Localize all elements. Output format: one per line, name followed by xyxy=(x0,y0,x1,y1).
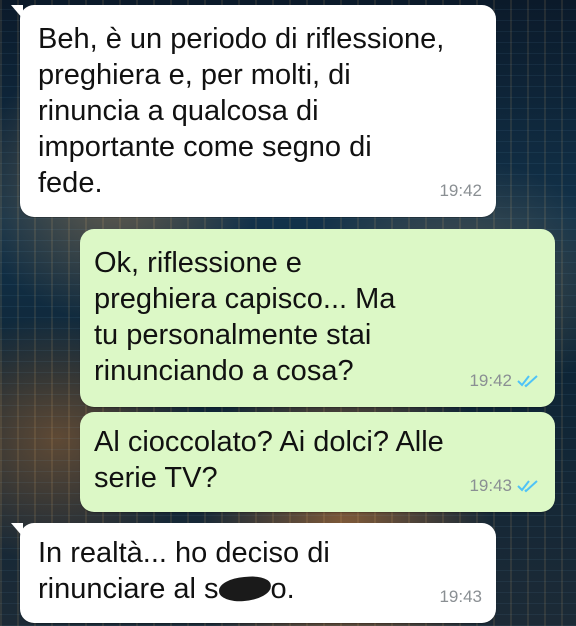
message-text-segment: o. xyxy=(270,573,295,605)
double-check-read-icon xyxy=(517,375,538,388)
censor-scribble xyxy=(217,575,272,603)
message-timestamp: 19:42 xyxy=(439,181,482,200)
message-bubble-outgoing[interactable]: Ok, riflessione e preghiera capisco... M… xyxy=(80,229,555,407)
message-text-line: rinunciare al s o. xyxy=(38,571,478,607)
message-text-line: In realtà... ho deciso di xyxy=(38,537,330,569)
message-timestamp: 19:43 xyxy=(469,476,512,495)
double-check-read-icon xyxy=(517,480,538,493)
message-text-segment: rinunciare al s xyxy=(38,573,219,605)
message-meta: 19:43 xyxy=(469,468,541,504)
message-timestamp: 19:42 xyxy=(469,371,512,390)
bubble-tail xyxy=(11,5,23,19)
message-bubble-incoming[interactable]: Beh, è un periodo di riflessione, preghi… xyxy=(11,5,496,217)
message-meta: 19:42 xyxy=(439,173,482,209)
message-meta: 19:42 xyxy=(469,363,541,399)
bubble-tail xyxy=(11,523,23,537)
message-bubble-outgoing[interactable]: Al cioccolato? Ai dolci? Alle serie TV? … xyxy=(80,412,555,512)
message-bubble-incoming[interactable]: In realtà... ho deciso di rinunciare al … xyxy=(11,523,496,623)
message-meta: 19:43 xyxy=(439,579,482,615)
message-timestamp: 19:43 xyxy=(439,587,482,606)
message-text: Beh, è un periodo di riflessione, preghi… xyxy=(38,23,445,199)
message-text: In realtà... ho deciso di rinunciare al … xyxy=(38,535,478,607)
